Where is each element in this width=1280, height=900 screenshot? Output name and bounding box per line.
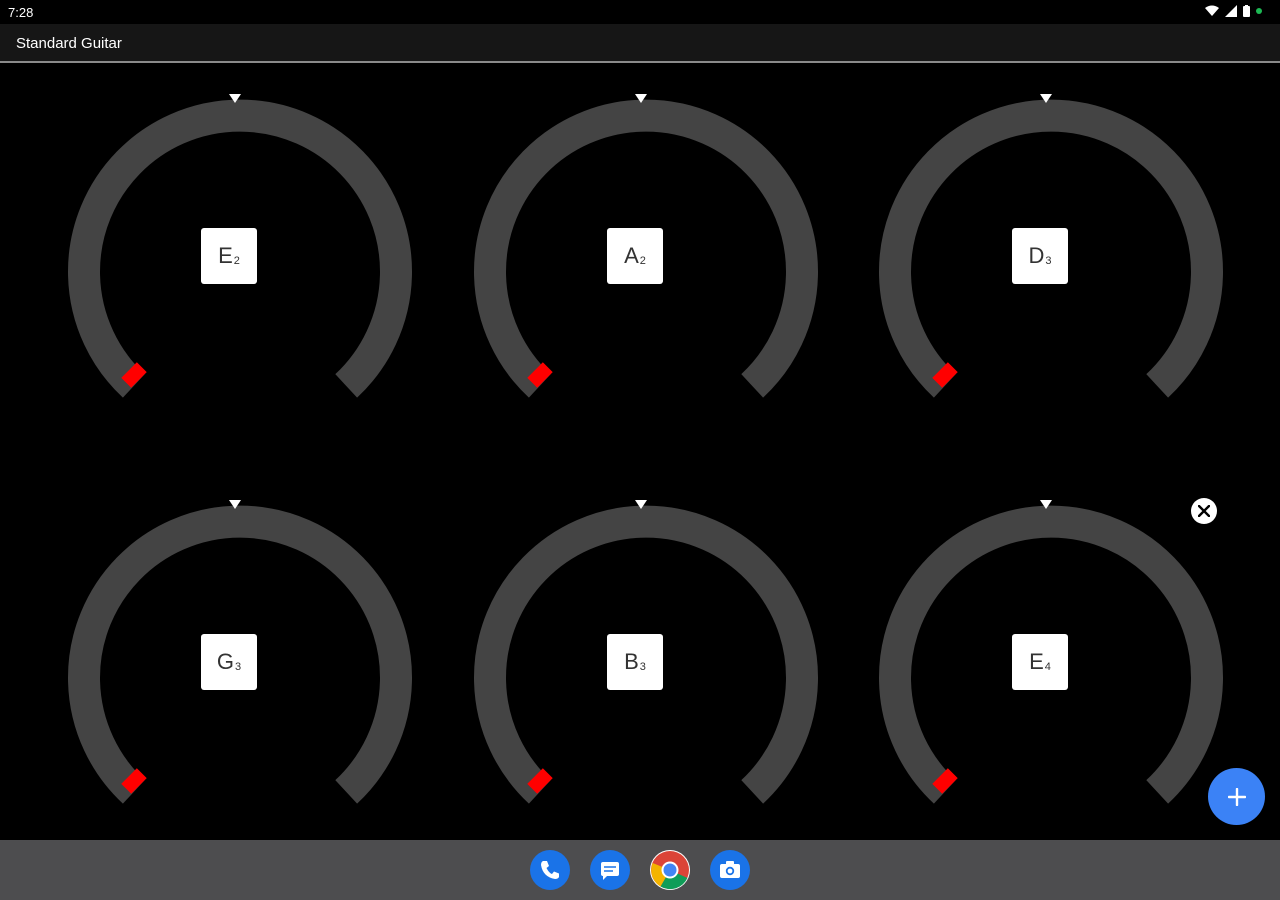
add-tuner-button[interactable] xyxy=(1208,768,1265,825)
phone-icon xyxy=(541,861,559,879)
note-letter: A xyxy=(624,243,639,268)
status-icons xyxy=(1205,5,1262,17)
tuner-dial[interactable]: E2 xyxy=(55,88,415,418)
battery-icon xyxy=(1243,5,1250,17)
note-button[interactable]: G3 xyxy=(201,634,257,690)
note-octave: 2 xyxy=(233,255,240,267)
note-octave: 3 xyxy=(235,661,242,673)
tuner-dial[interactable]: G3 xyxy=(55,494,415,824)
notification-dot-icon xyxy=(1256,8,1262,14)
note-letter: B xyxy=(624,649,639,674)
note-letter: G xyxy=(216,649,234,674)
camera-app-button[interactable] xyxy=(710,850,750,890)
messages-icon xyxy=(601,862,619,880)
tuner-dial[interactable]: B3 xyxy=(461,494,821,824)
tuner-dial[interactable]: D3 xyxy=(866,88,1226,418)
note-letter: E xyxy=(1029,649,1044,674)
note-octave: 3 xyxy=(1045,255,1052,267)
signal-icon xyxy=(1225,5,1237,17)
chrome-app-button[interactable] xyxy=(650,850,690,890)
note-letter: E xyxy=(218,243,233,268)
status-bar: 7:28 xyxy=(0,0,1280,24)
note-octave: 3 xyxy=(639,661,646,673)
chrome-icon xyxy=(651,851,689,890)
note-octave: 2 xyxy=(639,255,646,267)
app-dock xyxy=(0,840,1280,900)
close-icon xyxy=(1198,505,1210,517)
status-time: 7:28 xyxy=(8,5,34,20)
note-button[interactable]: B3 xyxy=(607,634,663,690)
note-button[interactable]: D3 xyxy=(1012,228,1068,284)
note-button[interactable]: E2 xyxy=(201,228,257,284)
note-letter: D xyxy=(1028,243,1045,268)
note-button[interactable]: E4 xyxy=(1012,634,1068,690)
plus-icon xyxy=(1227,787,1246,806)
camera-icon xyxy=(720,861,740,878)
messages-app-button[interactable] xyxy=(590,850,630,890)
app-title: Standard Guitar xyxy=(16,35,122,52)
phone-app-button[interactable] xyxy=(530,850,570,890)
wifi-icon xyxy=(1205,5,1219,16)
note-octave: 4 xyxy=(1044,661,1051,673)
tuner-dial[interactable]: A2 xyxy=(461,88,821,418)
remove-tuner-button[interactable] xyxy=(1191,498,1217,524)
note-button[interactable]: A2 xyxy=(607,228,663,284)
app-bar: Standard Guitar xyxy=(0,24,1280,63)
tuner-dial[interactable]: E4 xyxy=(866,494,1226,824)
